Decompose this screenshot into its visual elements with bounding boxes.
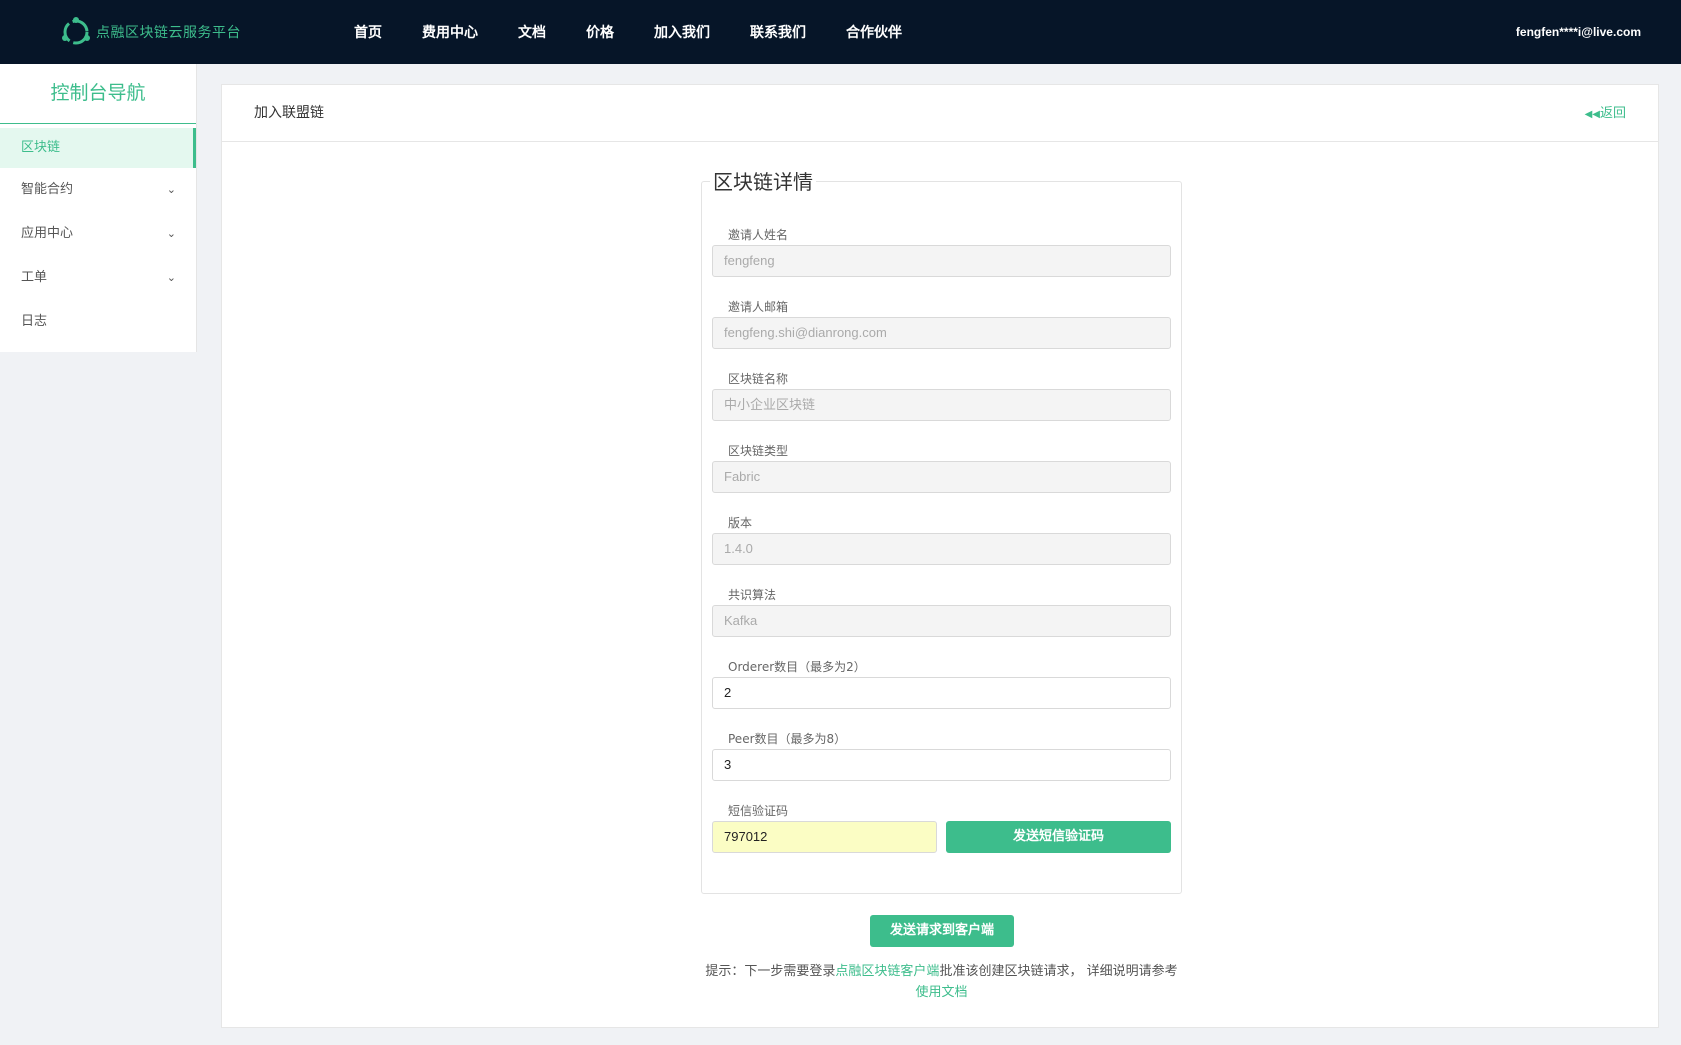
sidebar-item-blockchain[interactable]: 区块链 [0,128,196,168]
brand-name: 点融区块链云服务平台 [96,25,241,41]
sidebar-item-label: 工单 [21,270,48,285]
chain-name-label: 区块链名称 [728,372,789,386]
hint-text: 提示：下一步需要登录点融区块链客户端批准该创建区块链请求， 详细说明请参考使用文… [701,961,1182,1003]
chevron-down-icon: ⌄ [166,271,176,284]
nav-contact[interactable]: 联系我们 [750,22,806,42]
sms-code-input[interactable]: 797012 [712,821,937,853]
sidebar-item-label: 应用中心 [21,226,74,241]
page-title: 加入联盟链 [254,105,324,121]
version-input: 1.4.0 [712,533,1171,565]
sidebar-title: 控制台导航 [0,64,196,124]
inviter-name-input: fengfeng [712,245,1171,277]
user-menu[interactable]: fengfen****i@live.com [1516,0,1641,64]
docs-link[interactable]: 使用文档 [915,985,967,1000]
chain-type-label: 区块链类型 [728,444,789,458]
send-sms-button[interactable]: 发送短信验证码 [946,821,1171,853]
panel-header: 加入联盟链 ◀◀返回 [222,85,1658,142]
hint-middle: 批准该创建区块链请求， 详细说明请参考 [939,964,1178,979]
chain-name-input: 中小企业区块链 [712,389,1171,421]
consensus-input: Kafka [712,605,1171,637]
orderer-count-input[interactable]: 2 [712,677,1171,709]
inviter-name-label: 邀请人姓名 [728,228,789,242]
brand[interactable]: 点融区块链云服务平台 [60,16,241,48]
hint-prefix: 提示：下一步需要登录 [705,964,836,979]
back-label: 返回 [1599,106,1626,121]
sidebar-item-label: 区块链 [21,140,61,155]
fieldset-legend: 区块链详情 [710,166,816,195]
double-chevron-left-icon: ◀◀ [1584,109,1600,120]
sidebar: 控制台导航 区块链 智能合约 ⌄ 应用中心 ⌄ 工单 ⌄ 日志 [0,64,197,352]
sms-code-label: 短信验证码 [728,804,789,818]
peer-count-label: Peer数目（最多为8） [728,732,847,746]
nav-partners[interactable]: 合作伙伴 [846,22,902,42]
brand-logo-icon [62,17,90,45]
nav-join-us[interactable]: 加入我们 [654,22,710,42]
sidebar-item-label: 智能合约 [21,182,74,197]
nav-pricing[interactable]: 价格 [586,22,614,42]
blockchain-details-fieldset: 区块链详情 邀请人姓名 fengfeng 邀请人邮箱 fengfeng.shi@… [701,166,1182,894]
chevron-down-icon: ⌄ [166,227,176,240]
nav-home[interactable]: 首页 [354,22,382,42]
nav-docs[interactable]: 文档 [518,22,546,42]
main-panel: 加入联盟链 ◀◀返回 区块链详情 邀请人姓名 fengfeng 邀请人邮箱 fe… [221,84,1659,1028]
sidebar-item-smart-contract[interactable]: 智能合约 ⌄ [0,168,196,212]
consensus-label: 共识算法 [728,588,777,602]
inviter-email-input: fengfeng.shi@dianrong.com [712,317,1171,349]
chevron-down-icon: ⌄ [166,183,176,196]
client-link[interactable]: 点融区块链客户端 [835,964,939,979]
inviter-email-label: 邀请人邮箱 [728,300,789,314]
top-navbar: 点融区块链云服务平台 首页 费用中心 文档 价格 加入我们 联系我们 合作伙伴 … [0,0,1681,64]
version-label: 版本 [728,516,753,530]
nav-billing[interactable]: 费用中心 [422,22,478,42]
main-nav: 首页 费用中心 文档 价格 加入我们 联系我们 合作伙伴 [354,0,942,64]
send-request-button[interactable]: 发送请求到客户端 [870,915,1014,947]
sidebar-item-label: 日志 [21,314,48,329]
sidebar-item-app-center[interactable]: 应用中心 ⌄ [0,212,196,256]
orderer-count-label: Orderer数目（最多为2） [728,660,866,674]
chain-type-input: Fabric [712,461,1171,493]
sidebar-item-logs[interactable]: 日志 [0,300,196,344]
sidebar-item-tickets[interactable]: 工单 ⌄ [0,256,196,300]
back-link[interactable]: ◀◀返回 [1585,85,1626,143]
peer-count-input[interactable]: 3 [712,749,1171,781]
